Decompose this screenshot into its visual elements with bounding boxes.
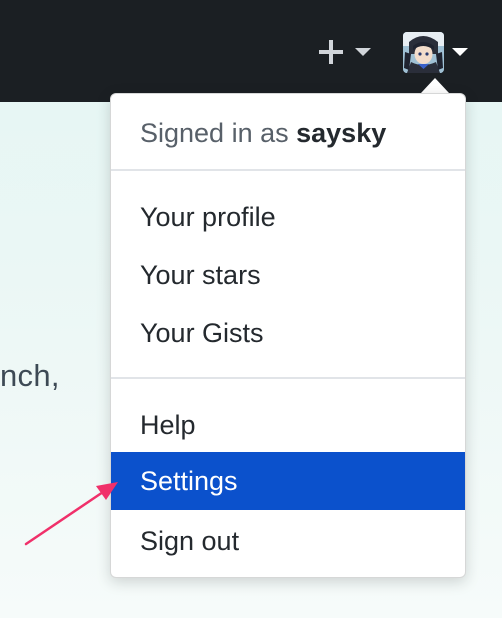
avatar[interactable] [403,32,444,73]
menu-item-sign-out[interactable]: Sign out [111,512,465,570]
create-new-button[interactable] [315,35,375,69]
signed-in-header: Signed in as saysky [140,118,386,149]
divider [111,377,465,379]
plus-icon [319,40,371,64]
caret-down-icon [355,48,371,56]
signed-in-label: Signed in as [140,118,289,148]
user-menu-button[interactable] [400,29,472,75]
menu-item-your-gists[interactable]: Your Gists [111,304,465,362]
annotation-arrow-icon [24,482,118,546]
page: nch, Signed in as saysky Your profile Yo… [0,0,502,618]
divider [111,169,465,171]
background-partial-text: nch, [0,358,60,393]
menu-item-settings[interactable]: Settings [111,452,465,510]
menu-item-your-stars[interactable]: Your stars [111,246,465,304]
dropdown-caret [421,78,449,93]
avatar-image [403,32,444,73]
user-dropdown-menu: Signed in as saysky Your profile Your st… [110,93,466,578]
menu-item-help[interactable]: Help [111,396,465,454]
username: saysky [296,118,387,148]
menu-item-your-profile[interactable]: Your profile [111,188,465,246]
caret-down-icon [452,48,468,56]
